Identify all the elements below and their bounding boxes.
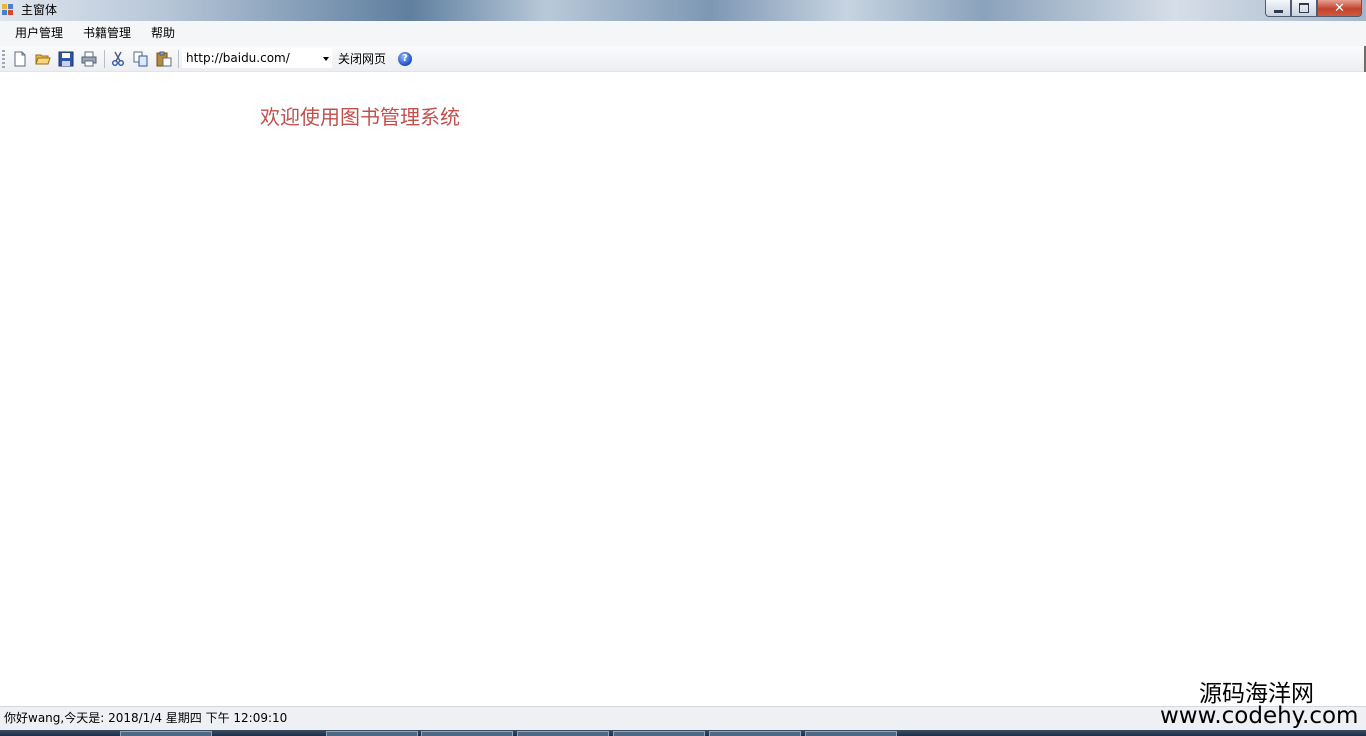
menu-help[interactable]: 帮助 [151,26,175,41]
url-value: http://baidu.com/ [186,51,290,65]
minimize-icon [1273,10,1283,13]
minimize-button[interactable] [1265,0,1291,17]
print-icon[interactable] [81,51,97,67]
window-title: 主窗体 [21,3,58,17]
toolbar-grip[interactable] [2,50,5,68]
app-window-icon [2,4,14,16]
taskbar-button[interactable] [709,731,801,736]
close-icon: ✕ [1334,0,1345,16]
taskbar [0,730,1366,736]
open-folder-icon[interactable] [35,51,51,67]
url-combobox[interactable]: http://baidu.com/ [182,48,332,68]
watermark-url: www.codehy.com [1160,703,1359,729]
taskbar-button[interactable] [613,731,705,736]
title-bar[interactable]: 主窗体 ✕ [0,0,1366,21]
taskbar-button[interactable] [120,731,212,736]
status-text: 你好wang,今天是: 2018/1/4 星期四 下午 12:09:10 [4,711,288,725]
taskbar-button[interactable] [421,731,513,736]
save-icon[interactable] [58,51,74,67]
close-page-button[interactable]: 关闭网页 [338,52,386,66]
cut-icon[interactable] [110,51,126,67]
menu-user-management[interactable]: 用户管理 [15,26,63,41]
dropdown-arrow-icon[interactable] [323,57,329,61]
new-file-icon[interactable] [12,51,28,67]
restore-icon [1299,3,1309,13]
taskbar-button[interactable] [805,731,897,736]
toolbar-separator [178,50,179,68]
paste-icon[interactable] [156,51,172,67]
taskbar-button[interactable] [517,731,609,736]
menu-bar: 用户管理 书籍管理 帮助 [0,21,1366,46]
taskbar-button[interactable] [326,731,418,736]
help-icon[interactable]: ? [398,52,412,66]
welcome-label: 欢迎使用图书管理系统 [260,105,460,129]
window-controls: ✕ [1265,0,1362,18]
menu-book-management[interactable]: 书籍管理 [83,26,131,41]
copy-icon[interactable] [133,51,149,67]
maximize-button[interactable] [1291,0,1317,17]
toolbar: http://baidu.com/ 关闭网页 ? [0,46,1366,72]
toolbar-separator [104,50,105,68]
app-window: 主窗体 ✕ 用户管理 书籍管理 帮助 http://baidu.com/ 关闭网… [0,0,1366,736]
close-button[interactable]: ✕ [1317,0,1362,17]
